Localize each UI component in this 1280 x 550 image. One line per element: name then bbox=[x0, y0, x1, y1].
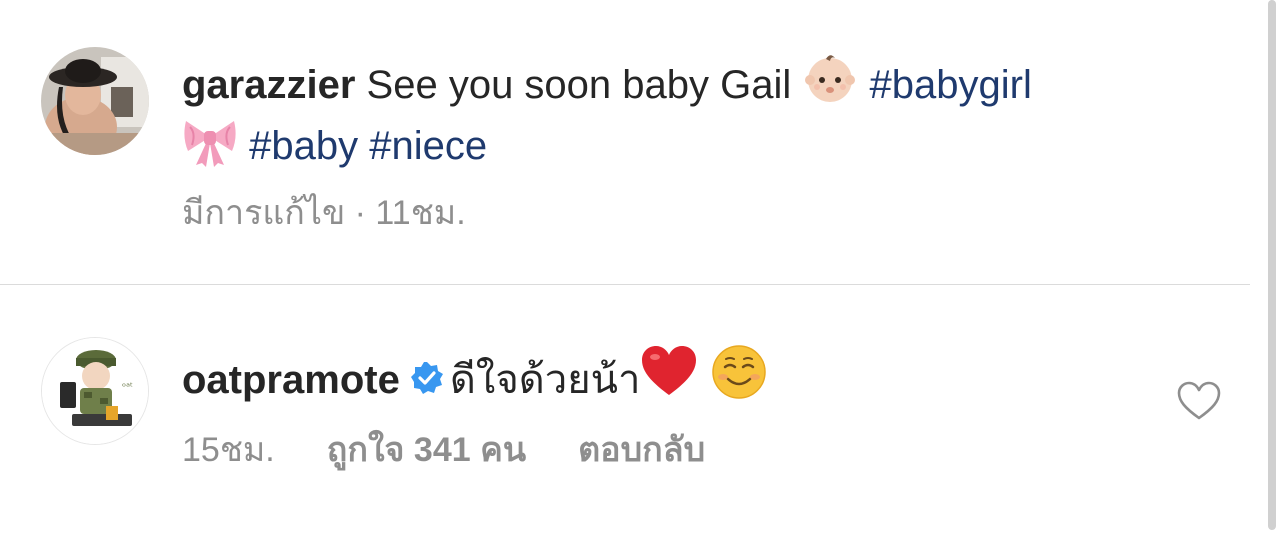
comment-text-line-2: #baby #niece bbox=[182, 111, 1230, 172]
comment-body: garazzier See you soon baby Gail #babygi… bbox=[182, 50, 1230, 172]
comment-body: oatpramote ดีใจด้วยน้า bbox=[182, 343, 1230, 406]
avatar[interactable] bbox=[41, 47, 149, 155]
comment-timestamp: 11ชม. bbox=[375, 194, 466, 232]
scrollbar[interactable] bbox=[1268, 0, 1276, 530]
svg-text:ᵒᵃᵗ: ᵒᵃᵗ bbox=[122, 382, 133, 393]
baby-emoji-icon bbox=[802, 50, 858, 106]
hashtag-link[interactable]: #niece bbox=[369, 124, 487, 168]
comment-text-line-1: garazzier See you soon baby Gail #babygi… bbox=[182, 50, 1230, 111]
reply-button[interactable]: ตอบกลับ bbox=[578, 431, 705, 469]
meta-separator: · bbox=[345, 194, 376, 232]
comments-screen: garazzier See you soon baby Gail #babygi… bbox=[0, 0, 1280, 550]
comment-item: garazzier See you soon baby Gail #babygi… bbox=[0, 0, 1250, 284]
likes-count-link[interactable]: ถูกใจ 341 คน bbox=[327, 431, 526, 469]
comment-username[interactable]: garazzier bbox=[182, 63, 355, 107]
comment-item: ᵒᵃᵗ oatpramote ดีใจด้วยน้า 15ชม. ถูกใจ 3… bbox=[0, 285, 1250, 550]
comment-username[interactable]: oatpramote bbox=[182, 358, 400, 402]
comment-meta: มีการแก้ไข · 11ชม. bbox=[182, 193, 466, 233]
like-heart-icon[interactable] bbox=[1176, 380, 1222, 422]
red-heart-emoji-icon bbox=[640, 343, 698, 401]
ribbon-emoji-icon bbox=[182, 111, 238, 167]
verified-badge-icon bbox=[410, 361, 444, 395]
comment-text: See you soon baby Gail bbox=[355, 63, 803, 107]
smiling-face-emoji-icon bbox=[710, 343, 768, 401]
avatar-photo bbox=[41, 47, 149, 155]
comment-text: ดีใจด้วยน้า bbox=[449, 358, 641, 402]
comment-timestamp: 15ชม. bbox=[182, 431, 275, 469]
hashtag-link[interactable]: #baby bbox=[249, 124, 358, 168]
comment-meta: 15ชม. ถูกใจ 341 คน ตอบกลับ bbox=[182, 430, 705, 470]
hashtag-link[interactable]: #babygirl bbox=[870, 63, 1032, 107]
comment-text-line-1: oatpramote ดีใจด้วยน้า bbox=[182, 343, 1230, 406]
avatar[interactable]: ᵒᵃᵗ bbox=[41, 337, 149, 445]
edited-label: มีการแก้ไข bbox=[182, 194, 346, 232]
avatar-photo: ᵒᵃᵗ bbox=[42, 338, 148, 444]
